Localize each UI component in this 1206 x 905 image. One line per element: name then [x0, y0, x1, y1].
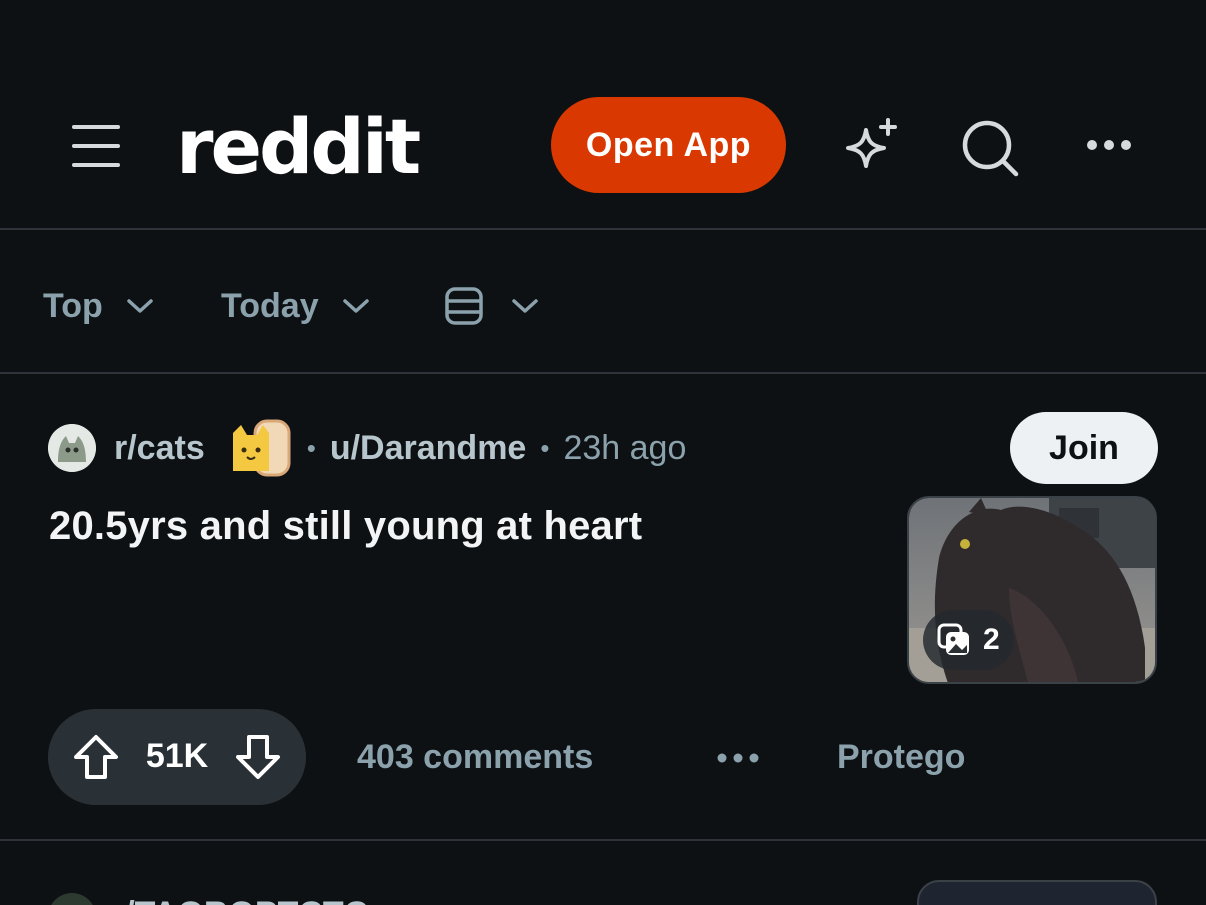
gallery-icon — [937, 623, 969, 655]
post-timestamp: 23h ago — [563, 428, 687, 467]
more-icon[interactable] — [1082, 130, 1142, 160]
cat-avatar-icon — [48, 424, 96, 472]
separator-dot: • — [306, 432, 316, 463]
subreddit-link[interactable]: r/TAOBOPTCTC — [112, 895, 368, 905]
award-label[interactable]: Protego — [837, 738, 965, 777]
upvote-arrow-icon[interactable] — [72, 733, 120, 781]
vote-bar: 51K — [48, 709, 306, 805]
subreddit-avatar[interactable] — [48, 424, 96, 472]
cat-bread-flair-icon — [232, 419, 291, 477]
downvote-arrow-icon[interactable] — [234, 733, 282, 781]
sort-label: Top — [43, 286, 103, 325]
chevron-down-icon — [512, 299, 538, 313]
subreddit-link[interactable]: r/cats — [114, 429, 205, 468]
join-button[interactable]: Join — [1010, 412, 1158, 484]
open-app-button[interactable]: Open App — [551, 97, 786, 193]
search-icon[interactable] — [958, 116, 1022, 180]
post-more-icon[interactable] — [716, 746, 760, 770]
reddit-logo[interactable]: reddit — [176, 102, 421, 192]
gallery-count-badge: 2 — [923, 610, 1014, 670]
post-card[interactable]: r/cats • u/Darandme • 23h ago Join 20.5y… — [0, 376, 1206, 841]
sparkle-icon[interactable] — [838, 116, 902, 180]
subreddit-avatar[interactable] — [48, 893, 96, 905]
chevron-down-icon — [127, 299, 153, 313]
post-thumbnail[interactable] — [917, 880, 1157, 905]
author-link[interactable]: u/Darandme — [330, 429, 527, 468]
comments-button[interactable]: 403 comments — [357, 738, 593, 777]
view-mode-dropdown[interactable] — [444, 284, 540, 328]
post-title[interactable]: 20.5yrs and still young at heart — [49, 504, 642, 549]
chevron-down-icon — [342, 299, 369, 313]
menu-icon[interactable] — [66, 118, 126, 174]
vote-score: 51K — [145, 737, 209, 775]
sort-bar: Top Today — [0, 232, 1206, 374]
time-range-dropdown[interactable]: Today — [221, 284, 371, 328]
card-view-icon — [445, 287, 483, 325]
top-header: reddit Open App — [0, 0, 1206, 230]
separator-dot: • — [540, 432, 550, 463]
next-post-card[interactable]: r/TAOBOPTCTC — [0, 843, 1206, 905]
time-range-label: Today — [221, 286, 319, 325]
post-meta: r/cats • u/Darandme • 23h ago — [48, 419, 687, 477]
gallery-count: 2 — [983, 623, 1000, 656]
post-thumbnail[interactable]: 2 — [907, 496, 1157, 684]
sort-dropdown[interactable]: Top — [43, 284, 155, 328]
